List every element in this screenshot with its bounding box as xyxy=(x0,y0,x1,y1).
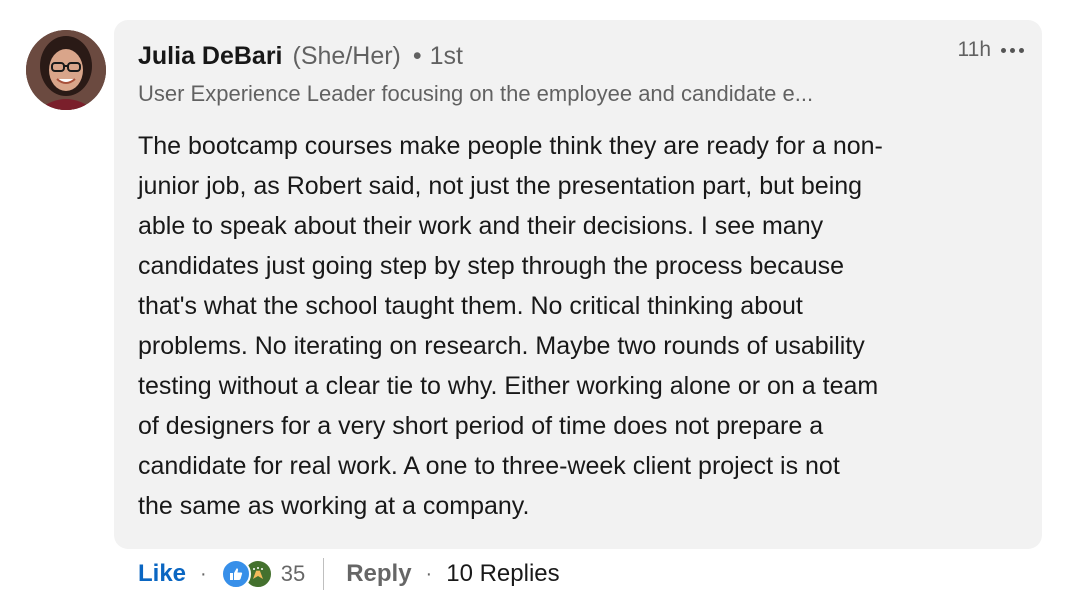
comment-body-line: The bootcamp courses make people think t… xyxy=(138,132,883,160)
comment-body-line: of designers for a very short period of … xyxy=(138,412,824,440)
comment-timestamp: 11h xyxy=(957,38,991,61)
reactions-summary[interactable]: 35 xyxy=(220,559,306,589)
comment-body-line: candidates just going step by step throu… xyxy=(138,252,845,280)
connection-degree: 1st xyxy=(429,42,464,70)
reply-button[interactable]: Reply xyxy=(346,560,411,588)
comment-body: The bootcamp courses make people think t… xyxy=(138,126,1023,526)
author-name[interactable]: Julia DeBari xyxy=(138,42,283,71)
comment-body-line: that's what the school taught them. No c… xyxy=(138,292,803,320)
comment-body-line: the same as working at a company. xyxy=(138,492,530,520)
comment-actions: Like · 35 Reply · 10 Replies xyxy=(138,556,560,592)
reaction-count: 35 xyxy=(280,561,306,586)
author-avatar[interactable] xyxy=(26,30,106,110)
like-reaction-icon xyxy=(220,559,251,589)
author-headline: User Experience Leader focusing on the e… xyxy=(138,81,814,106)
comment-body-line: testing without a clear tie to why. Eith… xyxy=(138,372,879,400)
author-name-row: Julia DeBari (She/Her) • 1st xyxy=(138,42,463,71)
ellipsis-icon[interactable] xyxy=(1001,44,1024,57)
action-divider xyxy=(323,558,325,590)
comment-body-line: candidate for real work. A one to three-… xyxy=(138,452,840,480)
author-pronouns: (She/Her) xyxy=(292,42,401,70)
action-separator: · xyxy=(200,562,207,585)
like-button[interactable]: Like xyxy=(138,560,186,588)
comment-body-line: junior job, as Robert said, not just the… xyxy=(138,172,863,200)
comment-meta: 11h xyxy=(958,38,1024,62)
comment-bubble: Julia DeBari (She/Her) • 1st User Experi… xyxy=(114,20,1042,549)
comment-body-line: problems. No iterating on research. Mayb… xyxy=(138,332,865,360)
action-separator: · xyxy=(425,562,433,585)
comment-body-line: able to speak about their work and their… xyxy=(138,212,824,240)
view-replies-link[interactable]: 10 Replies xyxy=(446,560,559,588)
degree-separator: • xyxy=(412,42,422,70)
